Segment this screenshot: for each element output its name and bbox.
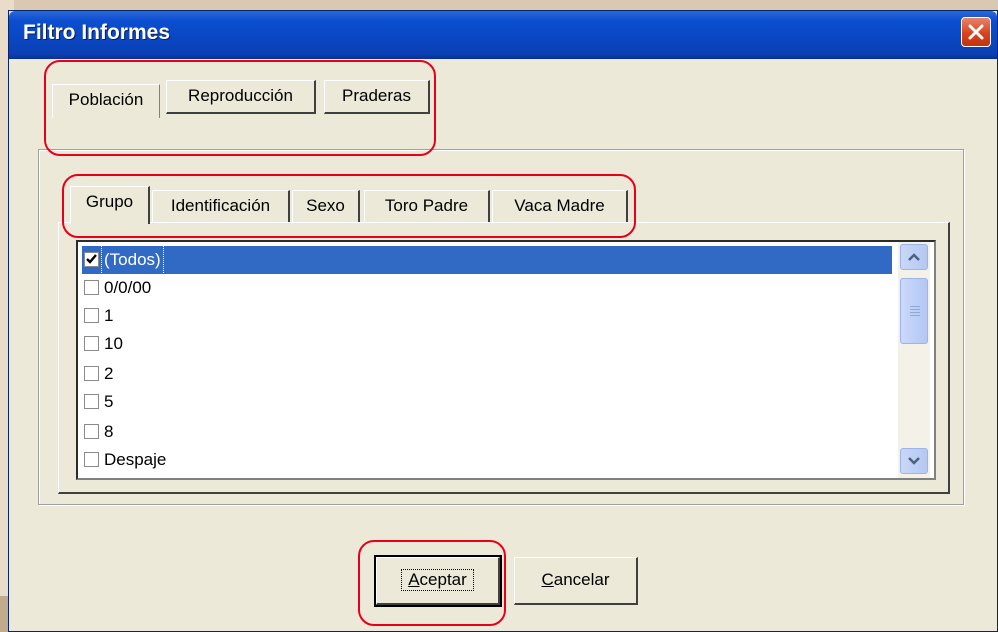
- checkbox[interactable]: [84, 424, 99, 439]
- cancel-label-rest: ancelar: [553, 570, 610, 589]
- grip-line: [910, 315, 920, 316]
- checkbox[interactable]: [84, 252, 99, 267]
- tab-poblacion-label: Población: [68, 90, 144, 109]
- tab-identificacion-label: Identificación: [170, 196, 271, 215]
- grip-line: [910, 312, 920, 313]
- close-icon: [968, 24, 984, 40]
- tab-sexo[interactable]: Sexo: [292, 190, 360, 222]
- accept-button-label: Aceptar: [401, 569, 474, 591]
- list-item[interactable]: 1: [82, 302, 892, 330]
- tab-vaca-madre-label: Vaca Madre: [514, 196, 605, 215]
- tab-reproduccion[interactable]: Reproducción: [166, 80, 316, 114]
- tab-poblacion[interactable]: Población: [52, 84, 160, 118]
- tab-grupo-label: Grupo: [85, 192, 134, 211]
- tab-sexo-label: Sexo: [306, 196, 345, 215]
- cancel-mnemonic: C: [541, 570, 554, 589]
- window-title: Filtro Informes: [23, 21, 171, 44]
- tab-identificacion[interactable]: Identificación: [152, 190, 290, 222]
- list-item-label: (Todos): [101, 245, 164, 275]
- checkbox[interactable]: [84, 452, 99, 467]
- grip-line: [910, 306, 920, 307]
- list-item-label: Despaje: [104, 450, 167, 469]
- chevron-down-icon: [908, 457, 920, 465]
- chevron-up-icon: [908, 253, 920, 261]
- tab-praderas-label: Praderas: [342, 86, 411, 105]
- grip-line: [910, 309, 920, 310]
- list-item-label: 1: [104, 306, 114, 325]
- list-item[interactable]: 10: [82, 330, 892, 358]
- tab-vaca-madre[interactable]: Vaca Madre: [492, 190, 628, 222]
- list-item[interactable]: 5: [82, 388, 892, 416]
- checkmark-icon: [86, 254, 97, 264]
- list-item[interactable]: 0/0/00: [82, 274, 892, 302]
- accept-button[interactable]: Aceptar: [374, 555, 502, 607]
- scroll-up-button[interactable]: [900, 244, 928, 270]
- accept-label-rest: ceptar: [419, 570, 467, 589]
- checkbox[interactable]: [84, 366, 99, 381]
- list-item[interactable]: (Todos): [82, 245, 892, 275]
- tab-reproduccion-label: Reproducción: [188, 86, 293, 105]
- tab-grupo[interactable]: Grupo: [70, 186, 150, 224]
- tab-toro-padre[interactable]: Toro Padre: [364, 190, 490, 222]
- accept-mnemonic: A: [408, 570, 420, 589]
- tab-toro-padre-label: Toro Padre: [384, 196, 469, 215]
- checkbox[interactable]: [84, 280, 99, 295]
- scroll-down-button[interactable]: [900, 448, 928, 474]
- list-item[interactable]: 2: [82, 360, 892, 388]
- group-checklist[interactable]: (Todos) 0/0/00 1 10 2 5 8 Despaje: [76, 240, 936, 480]
- list-item-label: 0/0/00: [104, 278, 152, 297]
- title-bar[interactable]: Filtro Informes: [9, 11, 997, 59]
- list-item[interactable]: 8: [82, 418, 892, 446]
- vertical-scrollbar[interactable]: [898, 242, 930, 478]
- list-item-label: 10: [104, 334, 123, 353]
- cancel-button[interactable]: Cancelar: [514, 557, 638, 605]
- cancel-button-label: Cancelar: [541, 570, 609, 590]
- checkbox[interactable]: [84, 394, 99, 409]
- tab-praderas[interactable]: Praderas: [324, 80, 430, 114]
- list-item[interactable]: Despaje: [82, 446, 892, 474]
- list-item-label: 2: [104, 364, 114, 383]
- scroll-thumb[interactable]: [900, 278, 928, 344]
- checkbox[interactable]: [84, 336, 99, 351]
- close-button[interactable]: [961, 17, 991, 47]
- list-item-label: 8: [104, 422, 114, 441]
- list-item-label: 5: [104, 392, 114, 411]
- checkbox[interactable]: [84, 308, 99, 323]
